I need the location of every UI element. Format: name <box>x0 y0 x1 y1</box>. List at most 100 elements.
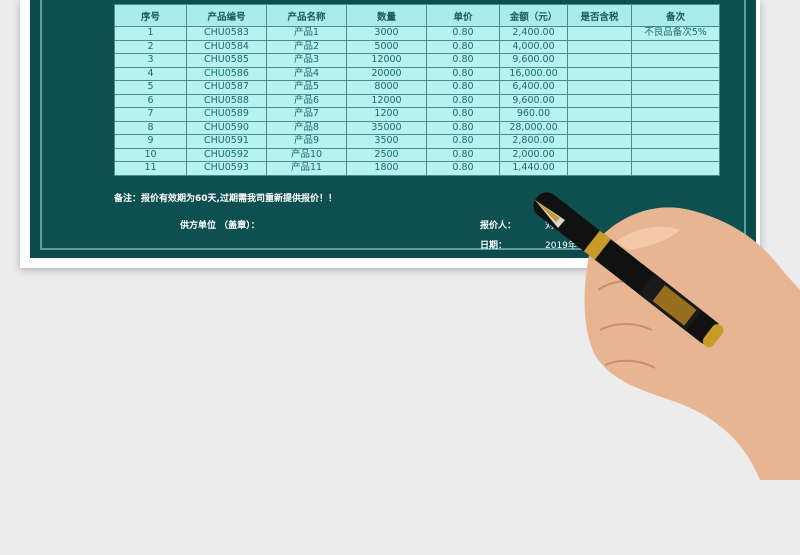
cell-product-code: CHU0583 <box>186 26 267 41</box>
cell-product-code: CHU0590 <box>186 120 267 135</box>
cell-index: 4 <box>114 66 187 81</box>
cell-remarks <box>631 147 720 162</box>
cell-quantity: 5000 <box>346 39 427 54</box>
cell-index: 5 <box>114 80 187 95</box>
cell-amount: 28,000.00 <box>499 120 568 135</box>
table-row: 6 CHU0588 产品6 12000 0.80 9,600.00 <box>114 93 720 108</box>
cell-index: 7 <box>114 107 187 122</box>
cell-quantity: 12000 <box>346 93 427 108</box>
cell-remarks: 不良品备次5% <box>631 26 720 41</box>
cell-remarks <box>631 93 720 108</box>
cell-index: 8 <box>114 120 187 135</box>
cell-index: 6 <box>114 93 187 108</box>
cell-quantity: 3500 <box>346 134 427 149</box>
cell-remarks <box>631 53 720 68</box>
table-row: 5 CHU0587 产品5 8000 0.80 6,400.00 <box>114 80 720 95</box>
cell-amount: 2,800.00 <box>499 134 568 149</box>
col-header-product-name: 产品名称 <box>266 4 347 27</box>
cell-amount: 9,600.00 <box>499 53 568 68</box>
table-row: 8 CHU0590 产品8 35000 0.80 28,000.00 <box>114 120 720 135</box>
cell-unit-price: 0.80 <box>426 66 500 81</box>
cell-tax-included <box>567 93 632 108</box>
cell-remarks <box>631 39 720 54</box>
cell-product-name: 产品10 <box>266 147 347 162</box>
cell-product-name: 产品5 <box>266 80 347 95</box>
cell-product-name: 产品6 <box>266 93 347 108</box>
cell-unit-price: 0.80 <box>426 26 500 41</box>
cell-tax-included <box>567 134 632 149</box>
cell-tax-included <box>567 120 632 135</box>
cell-index: 11 <box>114 161 187 176</box>
cell-unit-price: 0.80 <box>426 53 500 68</box>
cell-unit-price: 0.80 <box>426 39 500 54</box>
table-row: 10 CHU0592 产品10 2500 0.80 2,000.00 <box>114 147 720 162</box>
table-row: 2 CHU0584 产品2 5000 0.80 4,000.00 <box>114 39 720 54</box>
cell-product-name: 产品9 <box>266 134 347 149</box>
cell-remarks <box>631 80 720 95</box>
col-header-amount: 金额（元） <box>499 4 568 27</box>
col-header-tax-included: 是否含税 <box>567 4 632 27</box>
cell-product-code: CHU0584 <box>186 39 267 54</box>
cell-quantity: 12000 <box>346 53 427 68</box>
cell-product-code: CHU0588 <box>186 93 267 108</box>
cell-product-code: CHU0587 <box>186 80 267 95</box>
cell-remarks <box>631 134 720 149</box>
col-header-remarks: 备次 <box>631 4 720 27</box>
cell-tax-included <box>567 147 632 162</box>
cell-tax-included <box>567 26 632 41</box>
cell-remarks <box>631 107 720 122</box>
cell-product-name: 产品3 <box>266 53 347 68</box>
cell-tax-included <box>567 39 632 54</box>
cell-amount: 1,440.00 <box>499 161 568 176</box>
cell-index: 10 <box>114 147 187 162</box>
cell-amount: 960.00 <box>499 107 568 122</box>
hand-holding-pen-image <box>533 192 800 480</box>
cell-product-code: CHU0592 <box>186 147 267 162</box>
footer-note: 备注：报价有效期为60天,过期需我司重新提供报价！！ <box>114 194 337 204</box>
cell-amount: 6,400.00 <box>499 80 568 95</box>
cell-quantity: 3000 <box>346 26 427 41</box>
cell-quantity: 2500 <box>346 147 427 162</box>
cell-quantity: 35000 <box>346 120 427 135</box>
cell-remarks <box>631 66 720 81</box>
cell-index: 2 <box>114 39 187 54</box>
date-label: 日期： <box>480 241 508 251</box>
cell-tax-included <box>567 66 632 81</box>
cell-tax-included <box>567 53 632 68</box>
cell-quantity: 1800 <box>346 161 427 176</box>
cell-unit-price: 0.80 <box>426 134 500 149</box>
cell-product-name: 产品4 <box>266 66 347 81</box>
cell-amount: 2,000.00 <box>499 147 568 162</box>
cell-quantity: 1200 <box>346 107 427 122</box>
cell-unit-price: 0.80 <box>426 147 500 162</box>
cell-unit-price: 0.80 <box>426 93 500 108</box>
cell-tax-included <box>567 107 632 122</box>
cell-amount: 16,000.00 <box>499 66 568 81</box>
cell-unit-price: 0.80 <box>426 161 500 176</box>
cell-index: 3 <box>114 53 187 68</box>
col-header-quantity: 数量 <box>346 4 427 27</box>
cell-remarks <box>631 120 720 135</box>
cell-product-name: 产品2 <box>266 39 347 54</box>
cell-unit-price: 0.80 <box>426 107 500 122</box>
cell-remarks <box>631 161 720 176</box>
cell-unit-price: 0.80 <box>426 80 500 95</box>
table-row: 7 CHU0589 产品7 1200 0.80 960.00 <box>114 107 720 122</box>
table-row: 4 CHU0586 产品4 20000 0.80 16,000.00 <box>114 66 720 81</box>
col-header-index: 序号 <box>114 4 187 27</box>
cell-product-code: CHU0591 <box>186 134 267 149</box>
cell-product-name: 产品8 <box>266 120 347 135</box>
cell-product-code: CHU0586 <box>186 66 267 81</box>
table-row: 1 CHU0583 产品1 3000 0.80 2,400.00 不良品备次5% <box>114 26 720 41</box>
cell-product-code: CHU0593 <box>186 161 267 176</box>
cell-product-code: CHU0585 <box>186 53 267 68</box>
supplier-label: 供方单位 （盖章）： <box>180 221 260 231</box>
cell-unit-price: 0.80 <box>426 120 500 135</box>
table-header-row: 序号 产品编号 产品名称 数量 单价 金额（元） 是否含税 备次 <box>114 4 720 27</box>
table-row: 9 CHU0591 产品9 3500 0.80 2,800.00 <box>114 134 720 149</box>
col-header-unit-price: 单价 <box>426 4 500 27</box>
cell-quantity: 20000 <box>346 66 427 81</box>
table-row: 3 CHU0585 产品3 12000 0.80 9,600.00 <box>114 53 720 68</box>
cell-amount: 4,000.00 <box>499 39 568 54</box>
table-row: 11 CHU0593 产品11 1800 0.80 1,440.00 <box>114 161 720 176</box>
